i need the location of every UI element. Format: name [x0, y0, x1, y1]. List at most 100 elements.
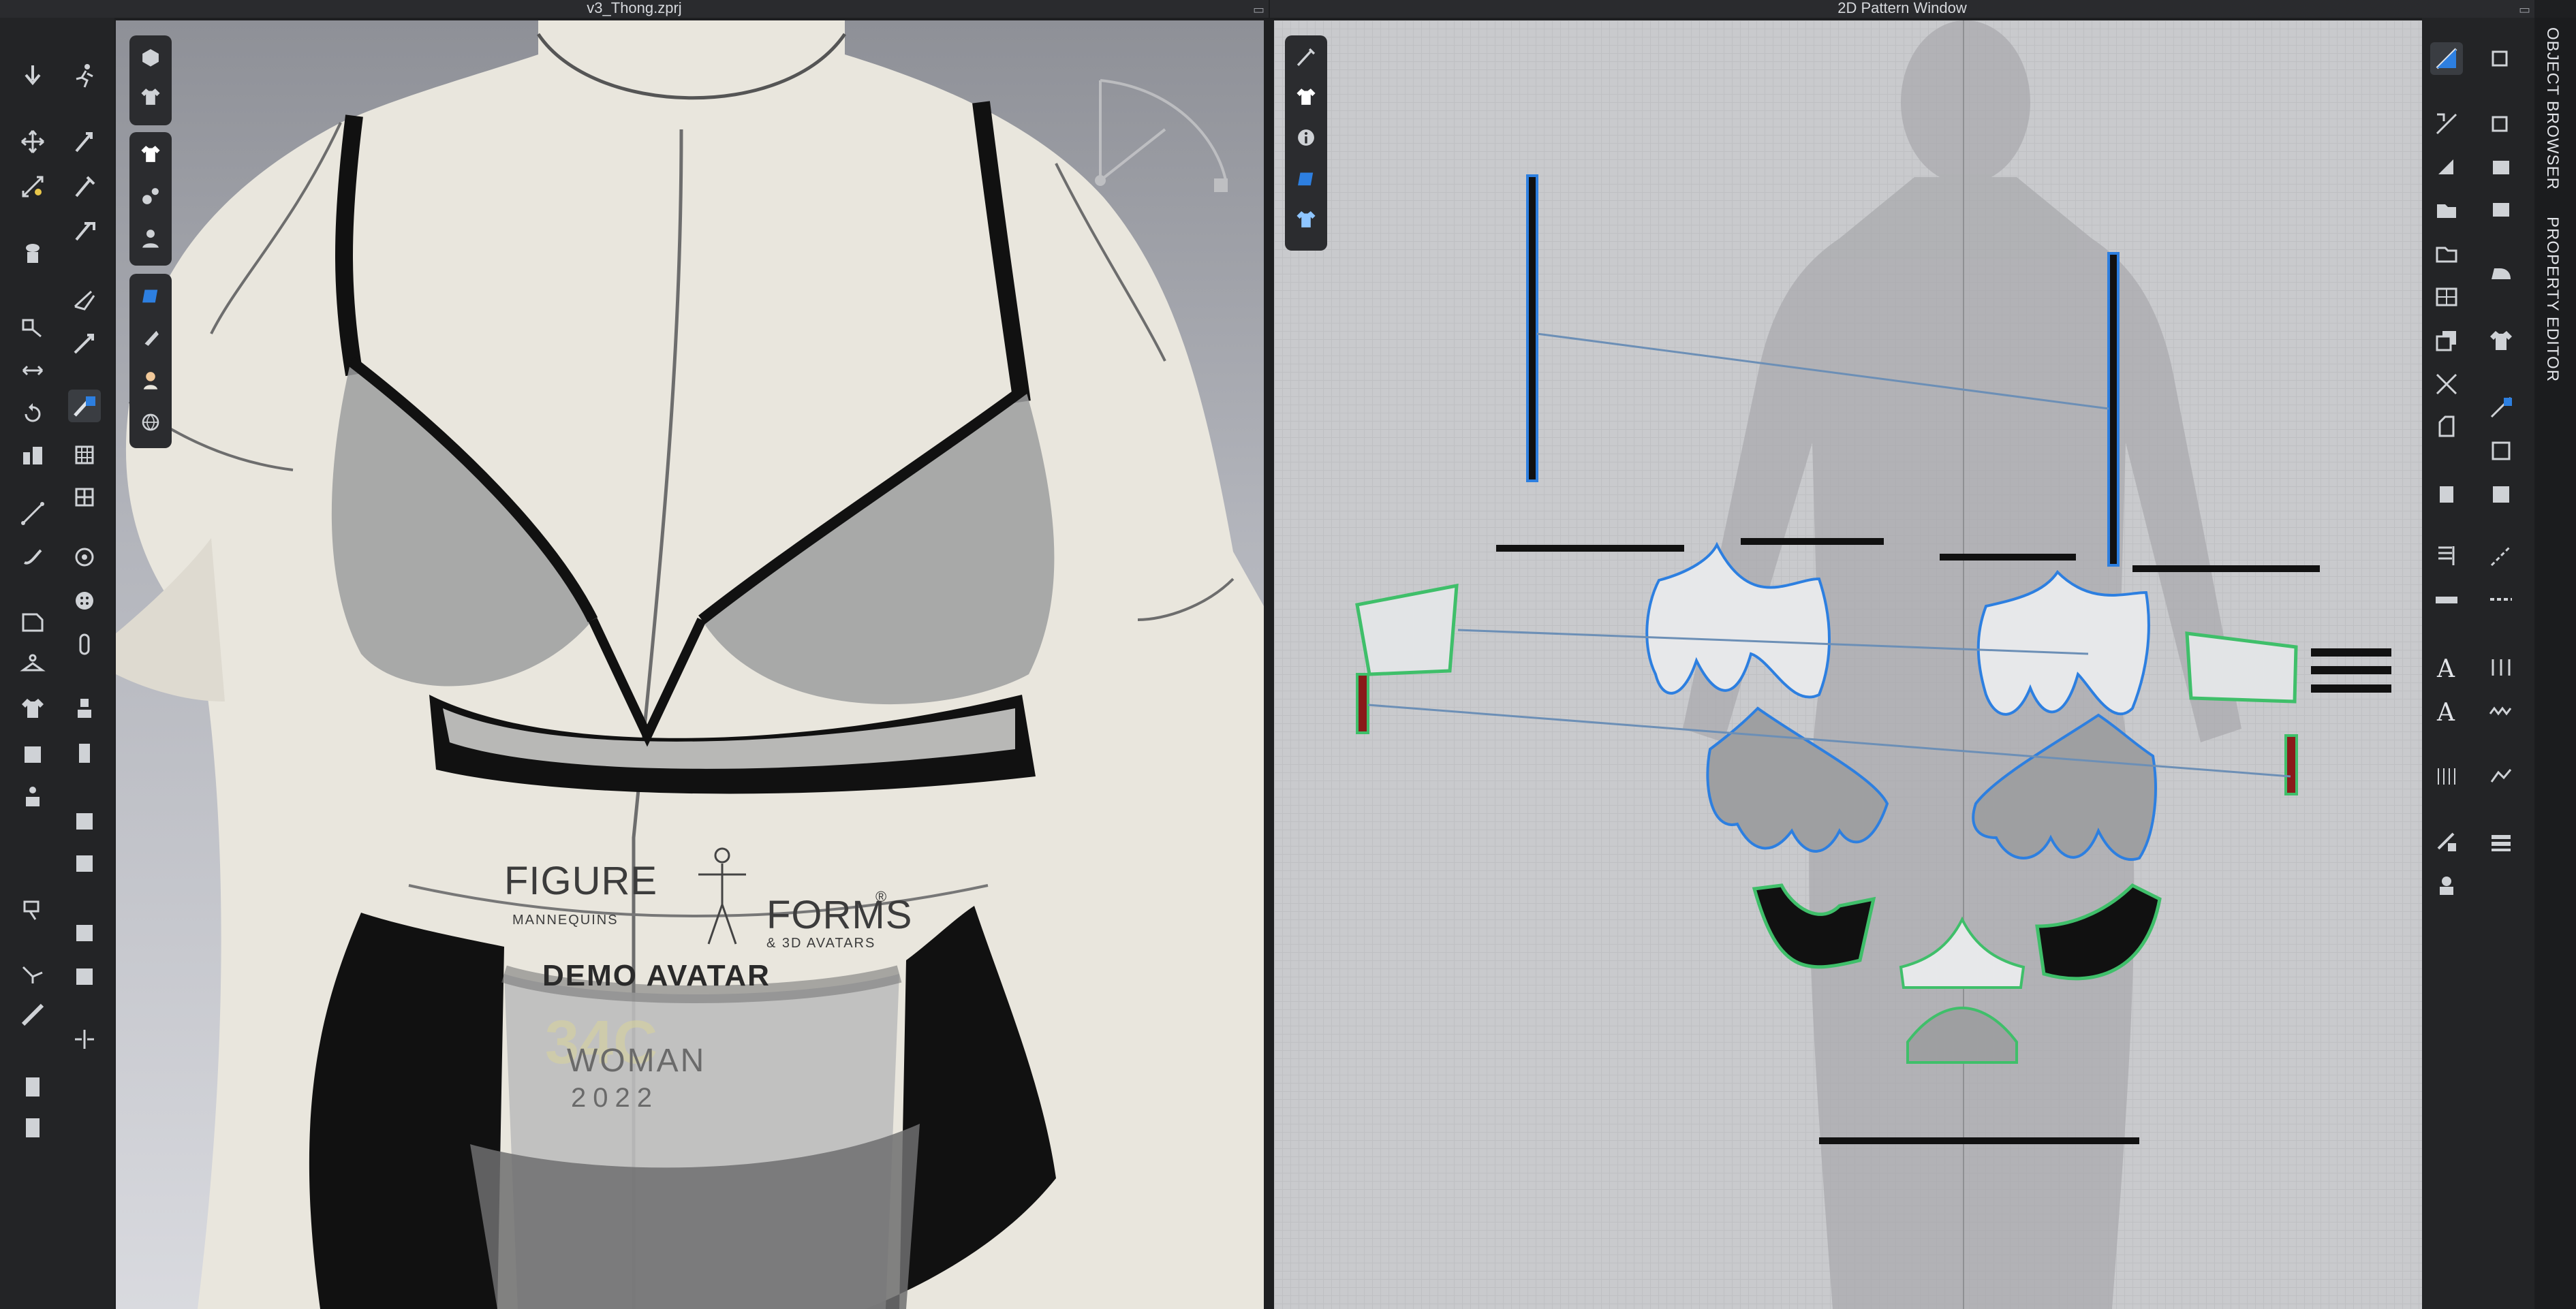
pin-icon[interactable] — [68, 170, 101, 203]
view-cube-icon[interactable] — [134, 41, 167, 74]
viewport-3d[interactable]: FIGURE FORMS ® MANNEQUINS & 3D AVATARS D… — [116, 20, 1264, 1309]
avatar-edit-icon[interactable] — [16, 237, 49, 270]
folder-icon[interactable] — [2430, 193, 2463, 226]
pattern-viewport[interactable] — [1274, 20, 2422, 1309]
texture-view-icon[interactable] — [1290, 162, 1322, 195]
shirt-view-icon[interactable] — [1290, 80, 1322, 113]
internal-polygon-icon[interactable] — [2430, 237, 2463, 270]
pins-view-icon[interactable] — [134, 180, 167, 212]
text-icon[interactable]: A — [2430, 651, 2463, 684]
drop-icon[interactable] — [16, 59, 49, 91]
fold-arrangement-icon[interactable] — [2430, 478, 2463, 511]
pattern-view-toolbar — [1285, 35, 1327, 251]
line-tool-icon[interactable] — [16, 497, 49, 530]
avatar-size-icon[interactable] — [16, 737, 49, 770]
avatar-pose-icon[interactable] — [16, 780, 49, 813]
brand-left: FIGURE — [504, 859, 658, 903]
globe-icon[interactable] — [134, 406, 167, 439]
animation-icon[interactable] — [68, 59, 101, 91]
shirt-view-icon[interactable] — [134, 138, 167, 170]
texture-view-icon[interactable] — [134, 279, 167, 312]
viewport-3d-titlebar: v3_Thong.zprj ▭ — [0, 0, 1269, 18]
view-toolbar-middle — [129, 132, 172, 266]
trace-icon[interactable] — [2430, 324, 2463, 357]
edit-curvature-icon[interactable] — [2485, 108, 2517, 140]
figure-logo-icon — [698, 847, 746, 945]
info-icon[interactable] — [1290, 121, 1322, 154]
measure-icon[interactable] — [68, 327, 101, 360]
pen-view-icon[interactable] — [1290, 41, 1322, 74]
tape-measure-icon[interactable] — [16, 998, 49, 1031]
circle-icon[interactable] — [2485, 193, 2517, 226]
garment-display-icon[interactable] — [134, 80, 167, 113]
line-measure-icon[interactable] — [2485, 539, 2517, 572]
dash-line-icon[interactable] — [2485, 583, 2517, 616]
transform-icon[interactable] — [16, 170, 49, 203]
cube-icon[interactable] — [68, 804, 101, 836]
arrange-icon[interactable] — [16, 354, 49, 387]
free-sewing-icon[interactable] — [2485, 435, 2517, 467]
ruler-icon[interactable] — [2430, 583, 2463, 616]
shrinkage-icon[interactable] — [16, 958, 49, 990]
shirt-icon[interactable] — [16, 692, 49, 725]
button-icon[interactable] — [68, 584, 101, 617]
hanger-icon[interactable] — [16, 647, 49, 680]
garment-fit-icon[interactable] — [16, 1071, 49, 1103]
transform-pattern-icon[interactable] — [2430, 42, 2463, 75]
splitter[interactable] — [1264, 18, 1274, 1309]
target-icon[interactable] — [68, 541, 101, 573]
topstitch-icon[interactable] — [16, 605, 49, 637]
topstitch-line-icon[interactable] — [2485, 651, 2517, 684]
cut-icon[interactable] — [2430, 368, 2463, 400]
select-garment-icon[interactable] — [68, 125, 101, 158]
popout-icon[interactable]: ▭ — [1253, 1, 1264, 18]
layer-icon[interactable] — [68, 692, 101, 725]
segment-sewing-icon[interactable] — [2485, 391, 2517, 424]
avatar-measure-icon[interactable] — [68, 737, 101, 770]
brand-avatars: & 3D AVATARS — [766, 936, 876, 951]
edit-pattern-icon[interactable] — [2485, 42, 2517, 75]
tack-icon[interactable] — [68, 214, 101, 247]
group-icon[interactable] — [16, 439, 49, 471]
rotate-icon[interactable] — [16, 398, 49, 430]
puckering-icon[interactable] — [16, 894, 49, 926]
notch-icon[interactable] — [2430, 410, 2463, 443]
move-icon[interactable] — [16, 125, 49, 158]
fold-icon[interactable] — [68, 283, 101, 316]
align-icon[interactable] — [68, 960, 101, 993]
zigzag-icon[interactable] — [2485, 695, 2517, 727]
brush-icon[interactable] — [16, 539, 49, 572]
pleat-icon[interactable] — [2485, 760, 2517, 793]
trim-icon[interactable] — [2430, 869, 2463, 902]
skin-view-icon[interactable] — [134, 364, 167, 396]
seam-line-icon[interactable] — [2430, 539, 2463, 572]
polygon-icon[interactable] — [2430, 151, 2463, 184]
split-icon[interactable] — [68, 1023, 101, 1056]
edit-point-icon[interactable] — [2430, 108, 2463, 140]
binding-icon[interactable] — [2485, 825, 2517, 858]
fabric-grid-icon[interactable] — [2485, 478, 2517, 511]
pattern-grid-icon[interactable] — [68, 481, 101, 514]
sewing-fold-icon[interactable] — [16, 311, 49, 343]
svg-text:A: A — [2436, 655, 2455, 681]
solid-view-icon[interactable] — [68, 847, 101, 880]
popout-icon[interactable]: ▭ — [2519, 1, 2530, 18]
zipper-icon[interactable] — [68, 628, 101, 661]
text-edit-icon[interactable]: A — [2430, 695, 2463, 727]
grid-pattern-icon[interactable] — [2430, 281, 2463, 313]
box-icon[interactable] — [68, 917, 101, 949]
rectangle-icon[interactable] — [2485, 151, 2517, 184]
year-label: 2022 — [571, 1083, 659, 1113]
garment-fit-map-icon[interactable] — [16, 1111, 49, 1144]
garment-view-icon[interactable] — [1290, 203, 1322, 236]
texture-brush-icon[interactable] — [68, 390, 101, 422]
tuck-icon[interactable] — [2430, 825, 2463, 858]
grade-icon[interactable] — [2430, 760, 2463, 793]
shirt-pattern-icon[interactable] — [2485, 324, 2517, 357]
shading-view-icon[interactable] — [134, 321, 167, 354]
tab-object-browser[interactable]: OBJECT BROWSER — [2543, 27, 2562, 190]
iron-icon[interactable] — [2485, 256, 2517, 289]
fabric-icon[interactable] — [68, 439, 101, 471]
tab-property-editor[interactable]: PROPERTY EDITOR — [2543, 217, 2562, 382]
avatar-view-icon[interactable] — [134, 222, 167, 255]
